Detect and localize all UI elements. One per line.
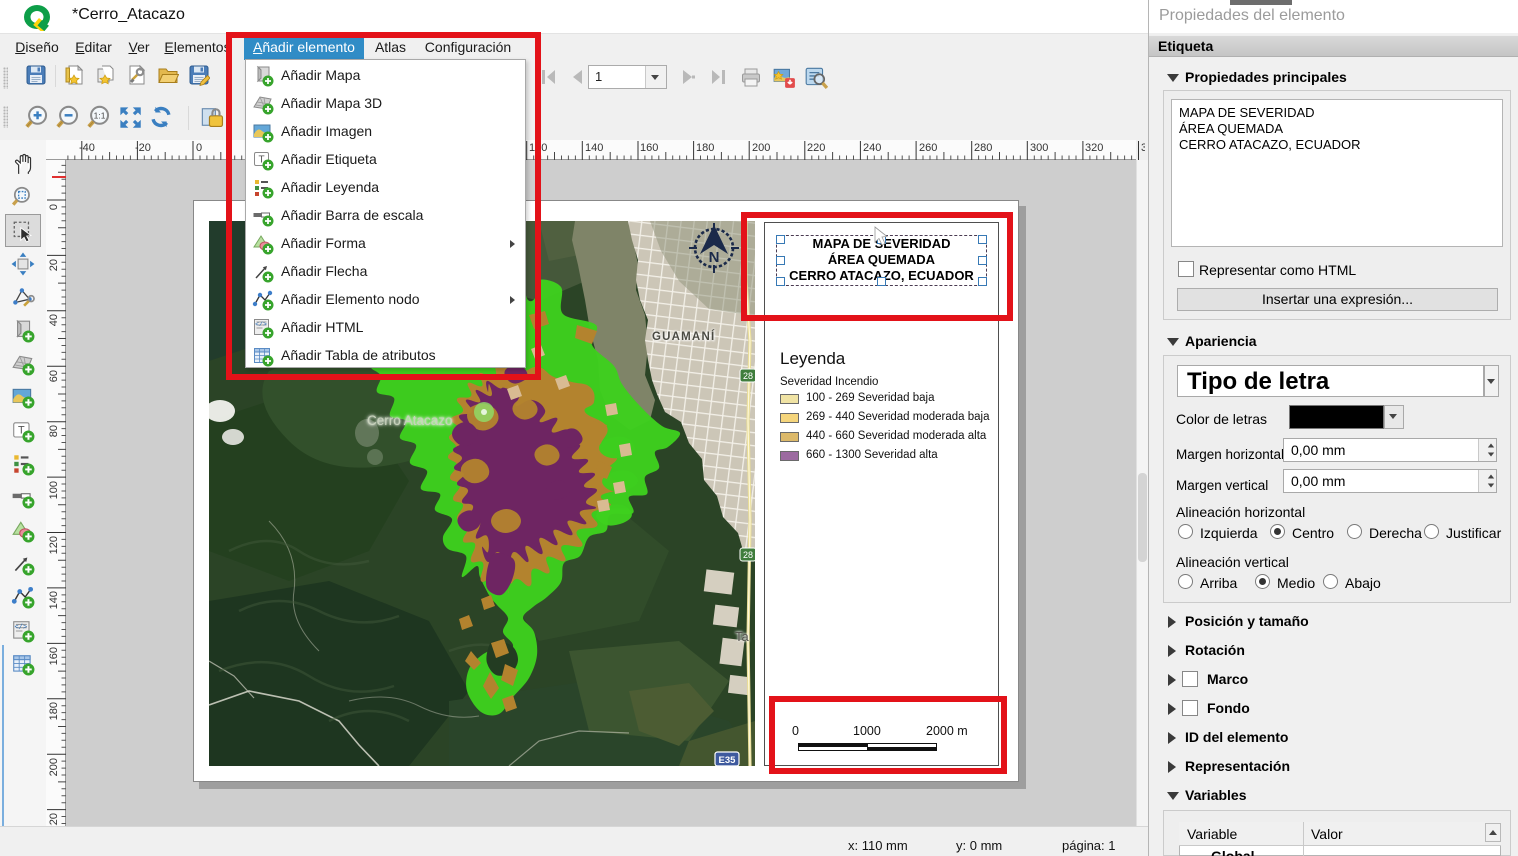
svg-text:280: 280 — [974, 142, 992, 154]
svg-text:180: 180 — [48, 702, 60, 720]
svg-text:200: 200 — [752, 142, 770, 154]
svg-text:-40: -40 — [79, 142, 95, 154]
svg-text:28: 28 — [743, 371, 753, 381]
svg-text:60: 60 — [48, 370, 60, 382]
svg-text:300: 300 — [1030, 142, 1048, 154]
svg-text:160: 160 — [640, 142, 658, 154]
svg-text:340: 340 — [1141, 142, 1145, 154]
svg-text:80: 80 — [48, 425, 60, 437]
svg-text:200: 200 — [48, 758, 60, 776]
svg-text:260: 260 — [919, 142, 937, 154]
svg-text:Cerro Atacazo: Cerro Atacazo — [367, 413, 453, 428]
svg-text:180: 180 — [696, 142, 714, 154]
svg-text:20: 20 — [48, 259, 60, 271]
svg-text:Ta: Ta — [735, 629, 750, 644]
svg-text:</>: </> — [14, 624, 27, 632]
svg-text:N: N — [709, 249, 720, 266]
svg-text:40: 40 — [48, 314, 60, 326]
svg-text:-20: -20 — [135, 142, 151, 154]
svg-text:240: 240 — [863, 142, 881, 154]
svg-text:GUAMANÍ: GUAMANÍ — [652, 330, 715, 343]
svg-text:28: 28 — [743, 550, 753, 560]
svg-text:120: 120 — [48, 536, 60, 554]
svg-text:140: 140 — [48, 591, 60, 609]
svg-text:E35: E35 — [719, 755, 737, 766]
svg-text:220: 220 — [807, 142, 825, 154]
svg-text:1:1: 1:1 — [94, 111, 106, 121]
svg-text:0: 0 — [196, 142, 202, 154]
svg-text:0: 0 — [48, 204, 60, 210]
svg-text:140: 140 — [585, 142, 603, 154]
svg-text:100: 100 — [48, 481, 60, 499]
svg-text:320: 320 — [1085, 142, 1103, 154]
svg-text:160: 160 — [48, 647, 60, 665]
svg-text:220: 220 — [48, 813, 60, 826]
